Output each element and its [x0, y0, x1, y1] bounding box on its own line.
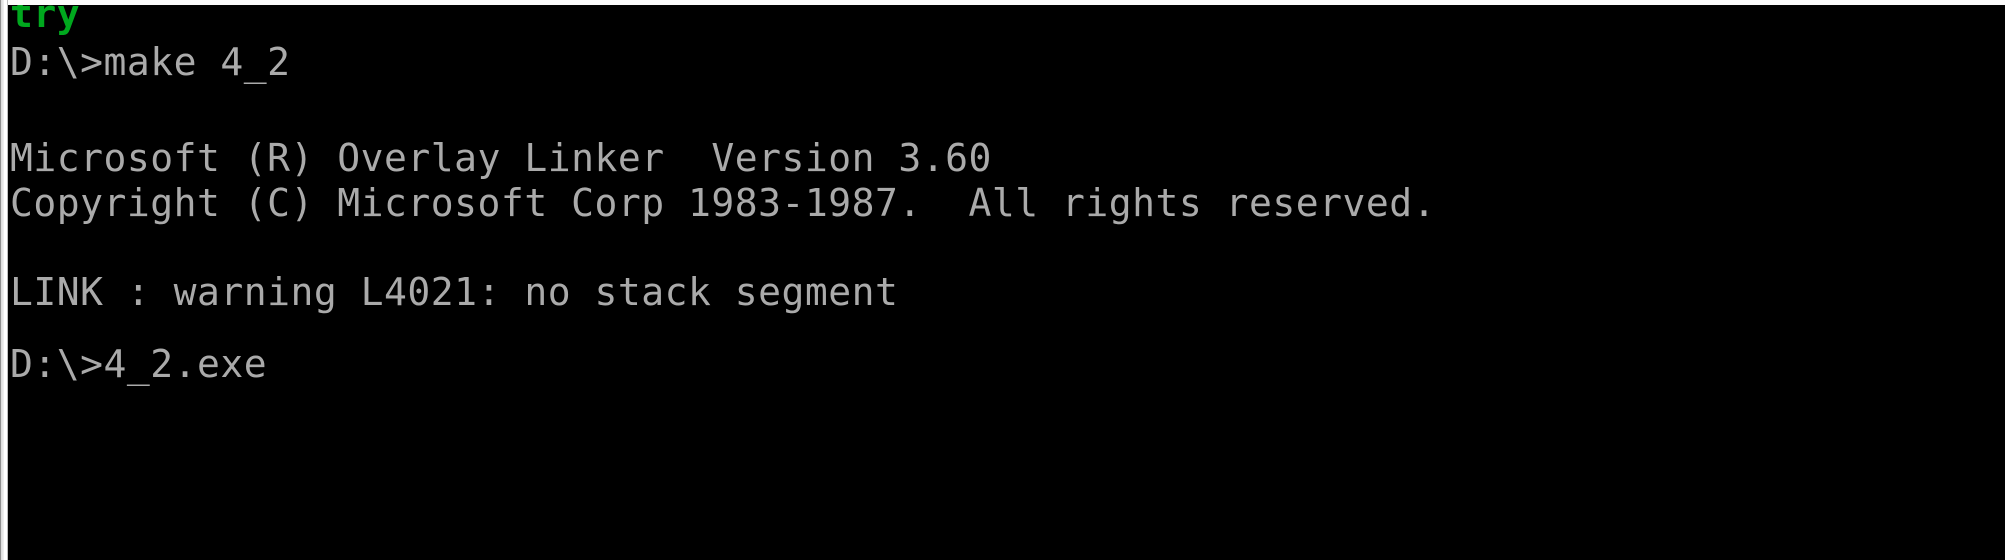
dos-console-window[interactable]: try D:\>make 4_2 Microsoft (R) Overlay L…: [0, 0, 2005, 560]
terminal-line-link-warning: LINK : warning L4021: no stack segment: [10, 270, 899, 314]
window-top-border: [0, 0, 2005, 5]
window-left-border[interactable]: [0, 0, 8, 560]
terminal-output-area[interactable]: try D:\>make 4_2 Microsoft (R) Overlay L…: [0, 0, 2005, 560]
terminal-line-linker-banner: Microsoft (R) Overlay Linker Version 3.6…: [10, 136, 992, 180]
terminal-line-run-command: D:\>4_2.exe: [10, 342, 268, 386]
terminal-line-try: try: [10, 0, 81, 36]
terminal-line-make-command: D:\>make 4_2: [10, 40, 291, 84]
terminal-line-copyright: Copyright (C) Microsoft Corp 1983-1987. …: [10, 181, 1437, 225]
